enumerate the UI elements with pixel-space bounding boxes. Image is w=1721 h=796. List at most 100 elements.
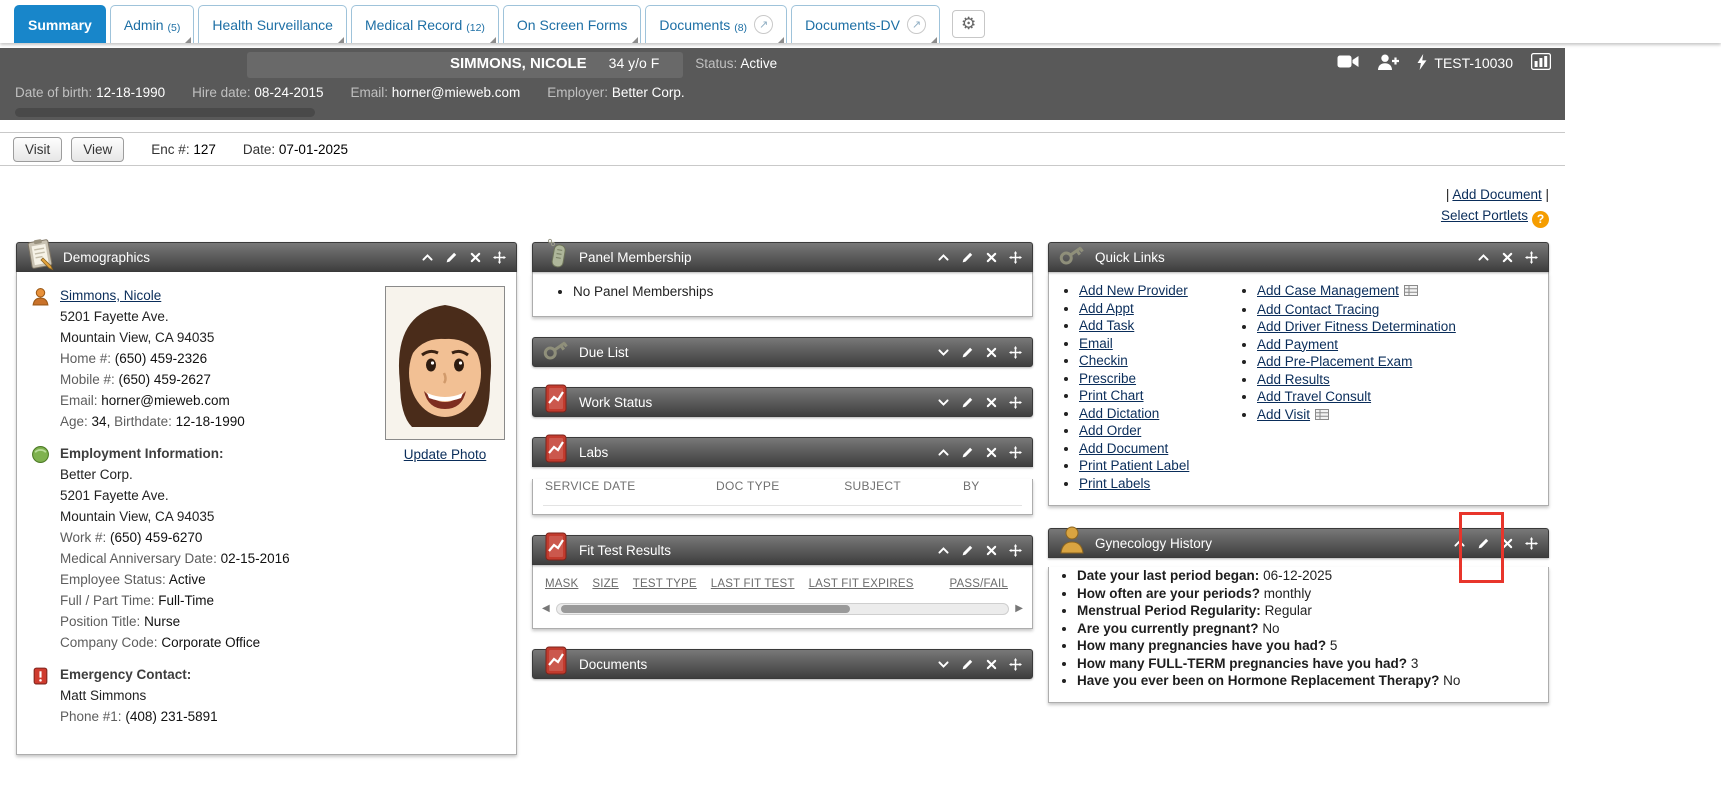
expand-icon[interactable]: [937, 396, 950, 409]
quick-link[interactable]: Add Visit: [1257, 407, 1310, 422]
scroll-right-arrow[interactable]: ▶: [1015, 604, 1023, 614]
close-icon[interactable]: [469, 251, 482, 264]
list-view-icon[interactable]: [1404, 284, 1418, 299]
column-header[interactable]: MASK: [545, 578, 578, 590]
close-icon[interactable]: [985, 251, 998, 264]
collapse-icon[interactable]: [937, 544, 950, 557]
edit-icon[interactable]: [961, 346, 974, 359]
edit-icon[interactable]: [961, 658, 974, 671]
medical-anniversary: Medical Anniversary Date: 02-15-2016: [60, 548, 290, 569]
visit-button[interactable]: Visit: [13, 137, 62, 162]
tab-documents-dv[interactable]: Documents-DV ↗: [791, 5, 940, 43]
close-icon[interactable]: [985, 396, 998, 409]
add-document-link[interactable]: Add Document: [1452, 187, 1541, 202]
edit-icon[interactable]: [445, 251, 458, 264]
quick-link[interactable]: Print Chart: [1079, 388, 1144, 403]
quick-link[interactable]: Print Labels: [1079, 476, 1150, 491]
collapse-icon[interactable]: [421, 251, 434, 264]
close-icon[interactable]: [1501, 251, 1514, 264]
lightning-icon[interactable]: [1417, 54, 1427, 73]
quick-link[interactable]: Add Travel Consult: [1257, 389, 1371, 404]
tab-medical-record[interactable]: Medical Record (12): [351, 5, 499, 43]
edit-icon[interactable]: [961, 446, 974, 459]
help-icon[interactable]: ?: [1532, 211, 1549, 228]
panel-membership-icon: [539, 237, 573, 271]
edit-icon[interactable]: [961, 251, 974, 264]
visit-bar: Visit View Enc #: 127 Date: 07-01-2025: [0, 132, 1565, 166]
portlet-title: Work Status: [579, 395, 652, 410]
encounter-number: Enc #: 127: [151, 142, 216, 157]
tab-settings-button[interactable]: ⚙: [952, 10, 985, 38]
column-header[interactable]: LAST FIT TEST: [711, 578, 795, 590]
popout-icon[interactable]: ↗: [754, 15, 773, 34]
popout-icon[interactable]: ↗: [907, 15, 926, 34]
select-portlets-link[interactable]: Select Portlets: [1441, 208, 1528, 223]
quick-link[interactable]: Checkin: [1079, 353, 1128, 368]
move-icon[interactable]: [1009, 251, 1022, 264]
address-line: Mountain View, CA 94035: [60, 327, 245, 348]
scrollbar-thumb[interactable]: [561, 605, 850, 613]
column-header[interactable]: LAST FIT EXPIRES: [809, 578, 914, 590]
tab-admin[interactable]: Admin (5): [110, 5, 195, 43]
column-header[interactable]: TEST TYPE: [633, 578, 697, 590]
collapse-icon[interactable]: [1453, 537, 1466, 550]
edit-icon[interactable]: [961, 396, 974, 409]
update-photo-link[interactable]: Update Photo: [404, 447, 487, 462]
quick-link[interactable]: Add Order: [1079, 423, 1141, 438]
move-icon[interactable]: [1009, 658, 1022, 671]
quick-link[interactable]: Add Task: [1079, 318, 1134, 333]
tab-summary[interactable]: Summary: [14, 5, 106, 43]
view-button[interactable]: View: [71, 137, 124, 162]
column-header[interactable]: SIZE: [592, 578, 618, 590]
close-icon[interactable]: [985, 346, 998, 359]
empty-panel-message: No Panel Memberships: [573, 282, 1018, 302]
tab-documents[interactable]: Documents (8) ↗: [645, 5, 787, 43]
tab-on-screen-forms[interactable]: On Screen Forms: [503, 5, 641, 43]
list-view-icon[interactable]: [1315, 408, 1329, 423]
edit-icon[interactable]: [961, 544, 974, 557]
move-icon[interactable]: [493, 251, 506, 264]
move-icon[interactable]: [1525, 251, 1538, 264]
quick-link[interactable]: Add Dictation: [1079, 406, 1159, 421]
move-icon[interactable]: [1009, 446, 1022, 459]
expand-icon[interactable]: [937, 346, 950, 359]
bar-chart-icon[interactable]: [1531, 53, 1551, 73]
collapse-icon[interactable]: [1477, 251, 1490, 264]
tab-health-surveillance[interactable]: Health Surveillance: [198, 5, 347, 43]
collapse-icon[interactable]: [937, 251, 950, 264]
person-icon: [31, 285, 51, 432]
scroll-left-arrow[interactable]: ◀: [542, 604, 550, 614]
quick-link[interactable]: Add Document: [1079, 441, 1168, 456]
close-icon[interactable]: [985, 544, 998, 557]
quick-link[interactable]: Prescribe: [1079, 371, 1136, 386]
quick-link[interactable]: Email: [1079, 336, 1113, 351]
close-icon[interactable]: [985, 658, 998, 671]
scrollbar-track[interactable]: [556, 603, 1010, 615]
quick-link[interactable]: Add Payment: [1257, 337, 1338, 352]
video-camera-icon[interactable]: [1337, 54, 1359, 72]
quick-link[interactable]: Add New Provider: [1079, 283, 1188, 298]
quick-link[interactable]: Add Driver Fitness Determination: [1257, 319, 1456, 334]
patient-header-scrollbar: [0, 106, 1565, 120]
close-icon[interactable]: [1501, 537, 1514, 550]
move-icon[interactable]: [1009, 396, 1022, 409]
scrollbar-thumb[interactable]: [15, 108, 315, 117]
move-icon[interactable]: [1525, 537, 1538, 550]
move-icon[interactable]: [1009, 544, 1022, 557]
quick-link[interactable]: Add Case Management: [1257, 283, 1399, 298]
move-icon[interactable]: [1009, 346, 1022, 359]
expand-icon[interactable]: [937, 658, 950, 671]
collapse-icon[interactable]: [937, 446, 950, 459]
close-icon[interactable]: [985, 446, 998, 459]
patient-name-link[interactable]: Simmons, Nicole: [60, 288, 161, 303]
chart-id: TEST-10030: [1434, 55, 1513, 71]
emergency-phone: Phone #1: (408) 231-5891: [60, 706, 218, 727]
quick-link[interactable]: Add Results: [1257, 372, 1330, 387]
quick-link[interactable]: Print Patient Label: [1079, 458, 1189, 473]
column-header[interactable]: PASS/FAIL: [950, 578, 1008, 590]
add-person-icon[interactable]: [1377, 54, 1399, 73]
quick-link[interactable]: Add Pre-Placement Exam: [1257, 354, 1412, 369]
edit-icon[interactable]: [1477, 537, 1490, 550]
quick-link[interactable]: Add Appt: [1079, 301, 1134, 316]
quick-link[interactable]: Add Contact Tracing: [1257, 302, 1379, 317]
